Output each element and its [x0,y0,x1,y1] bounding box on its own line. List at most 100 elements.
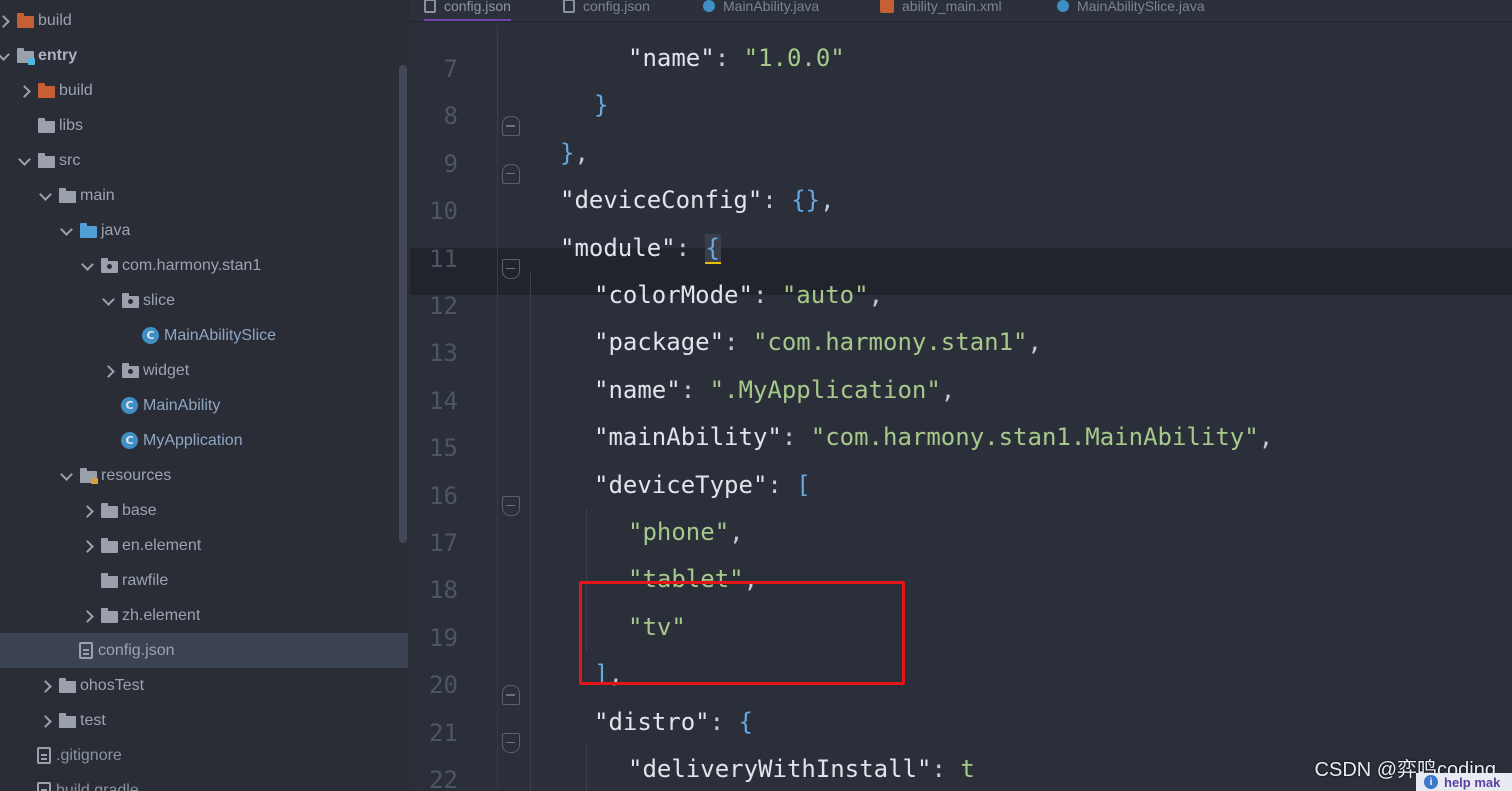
tree-item-label: libs [59,116,84,134]
tree-item-label: .gitignore [56,746,122,764]
fold-marker-icon[interactable] [502,732,520,753]
code-editor[interactable]: config.json config.json MainAbility.java ab… [410,0,1512,791]
code-token: } [560,138,575,167]
tree-item--gitignore[interactable]: .gitignore [0,738,408,773]
folder-shape [101,572,118,588]
tree-item-label: MainAbility [143,396,221,414]
tree-item-java[interactable]: java [0,213,408,248]
folder-icon [79,467,98,484]
chevron-right-icon[interactable] [0,14,10,28]
tree-item-build-gradle[interactable]: build.gradle [0,773,408,791]
folder-shape [80,222,97,238]
chevron-right-icon[interactable] [80,609,94,623]
tree-item-main[interactable]: main [0,178,408,213]
tree-item-content: widget [101,353,189,388]
code-line[interactable]: "deviceType": [ [594,462,811,509]
folder-shape [38,117,55,133]
tree-item-mainability[interactable]: C MainAbility [0,388,408,423]
sidebar-scrollbar[interactable] [399,65,407,543]
line-number: 9 [443,149,458,178]
code-token: , [868,281,884,309]
tree-item-content: C MainAbilitySlice [122,318,276,353]
fold-marker-icon[interactable] [502,685,520,706]
tree-item-config-json[interactable]: config.json [0,633,408,668]
tab-mainabilityslice-java[interactable]: MainAbilitySlice.java [1057,0,1205,20]
tree-item-ohostest[interactable]: ohosTest [0,668,408,703]
tree-item-widget[interactable]: widget [0,353,408,388]
chevron-down-icon[interactable] [59,224,73,238]
code-token: : [767,470,797,499]
code-token: : [675,233,705,262]
tree-item-slice[interactable]: slice [0,283,408,318]
tree-item-entry[interactable]: entry [0,38,408,73]
tree-item-rawfile[interactable]: rawfile [0,563,408,598]
tree-item-content: ohosTest [38,668,144,703]
fold-marker-icon[interactable] [502,163,520,184]
tree-item-libs[interactable]: libs [0,108,408,143]
code-line[interactable]: "package": "com.harmony.stan1", [594,319,1042,366]
tree-item-com-harmony-stan1[interactable]: com.harmony.stan1 [0,248,408,283]
chevron-down-icon[interactable] [38,189,52,203]
fold-marker-icon[interactable] [502,116,520,137]
tree-item-en-element[interactable]: en.element [0,528,408,563]
folder-icon [79,222,97,239]
chevron-down-icon[interactable] [17,154,31,168]
tree-item-src[interactable]: src [0,143,408,178]
chevron-right-icon[interactable] [38,714,52,728]
chevron-down-icon[interactable] [59,469,73,483]
code-line[interactable]: "mainAbility": "com.harmony.stan1.MainAb… [594,414,1273,461]
fold-marker-icon[interactable] [502,495,520,516]
module-badge-icon [28,57,35,65]
tree-item-label: src [59,151,81,169]
tree-item-zh-element[interactable]: zh.element [0,598,408,633]
folder-icon [121,362,139,379]
code-token: "1.0.0" [743,44,845,72]
tab-config-json[interactable]: config.json [424,0,511,21]
chevron-right-icon[interactable] [17,84,31,98]
code-token: "mainAbility" [594,423,782,452]
fold-marker-icon[interactable] [502,258,520,279]
code-line[interactable]: "name": "1.0.0" [628,35,845,82]
tree-item-base[interactable]: base [0,493,408,528]
code-line[interactable]: "deliveryWithInstall": t [628,746,975,791]
chevron-down-icon[interactable] [101,294,115,308]
chevron-down-icon[interactable] [0,49,10,63]
tree-item-mainabilityslice[interactable]: C MainAbilitySlice [0,318,408,353]
tree-item-resources[interactable]: resources [0,458,408,493]
folder-shape [38,82,55,98]
tree-item-label: java [101,221,131,239]
folder-icon [58,712,76,729]
tree-item-build[interactable]: build [0,73,408,108]
code-line[interactable]: } [594,82,608,129]
chevron-right-icon[interactable] [80,539,94,553]
code-token: : [724,328,753,357]
folder-shape [59,187,76,203]
tab-config-json[interactable]: config.json [563,0,650,20]
tree-item-myapplication[interactable]: C MyApplication [0,423,408,458]
folder-icon [37,152,55,169]
chevron-right-icon[interactable] [38,679,52,693]
tree-item-content: zh.element [80,598,200,633]
code-token: , [729,518,744,546]
chevron-right-icon[interactable] [80,504,94,518]
code-line[interactable]: "deviceConfig": {}, [560,177,835,224]
folder-icon [37,117,55,134]
tab-mainability-java[interactable]: MainAbility.java [703,0,819,20]
tree-item-test[interactable]: test [0,703,408,738]
code-line[interactable]: "name": ".MyApplication", [594,367,955,414]
code-line[interactable]: "distro": { [594,699,753,746]
tree-item-content: build.gradle [17,773,139,791]
tree-item-build[interactable]: build [0,3,408,38]
code-line[interactable]: "phone", [628,509,744,556]
chevron-right-icon[interactable] [101,364,115,378]
code-line[interactable]: "colorMode": "auto", [594,272,883,319]
code-line[interactable]: }, [560,130,589,177]
code-token: { [704,233,721,264]
tree-item-label: test [80,711,106,729]
help-badge[interactable]: i help mak [1416,773,1512,791]
code-line[interactable]: "module": { [560,225,721,272]
chevron-down-icon[interactable] [80,259,94,273]
tab-ability-main-xml[interactable]: ability_main.xml [880,0,1002,20]
indent-guide [530,272,531,791]
